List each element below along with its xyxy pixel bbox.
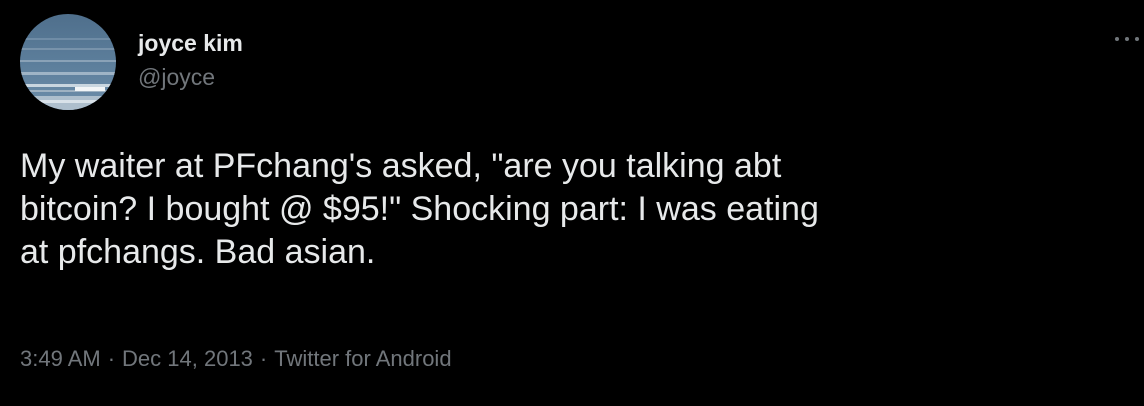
more-options-icon[interactable] — [1112, 28, 1142, 48]
meta-separator: · — [107, 346, 116, 371]
more-dot — [1125, 37, 1129, 41]
more-dot — [1115, 37, 1119, 41]
author-info: joyce kim @joyce — [138, 28, 243, 92]
tweet: joyce kim @joyce My waiter at PFchang's … — [0, 0, 1144, 406]
tweet-text: My waiter at PFchang's asked, "are you t… — [20, 147, 819, 271]
tweet-date[interactable]: Dec 14, 2013 — [122, 346, 253, 371]
ocean-waves-avatar-icon — [20, 14, 116, 110]
tweet-source: Twitter for Android — [274, 346, 452, 371]
avatar[interactable] — [20, 14, 116, 110]
more-dot — [1135, 37, 1139, 41]
meta-separator: · — [259, 346, 268, 371]
author-display-name[interactable]: joyce kim — [138, 28, 243, 58]
tweet-time[interactable]: 3:49 AM — [20, 346, 101, 371]
author-handle[interactable]: @joyce — [138, 62, 243, 92]
tweet-metadata: 3:49 AM · Dec 14, 2013 · Twitter for Android — [20, 344, 452, 374]
